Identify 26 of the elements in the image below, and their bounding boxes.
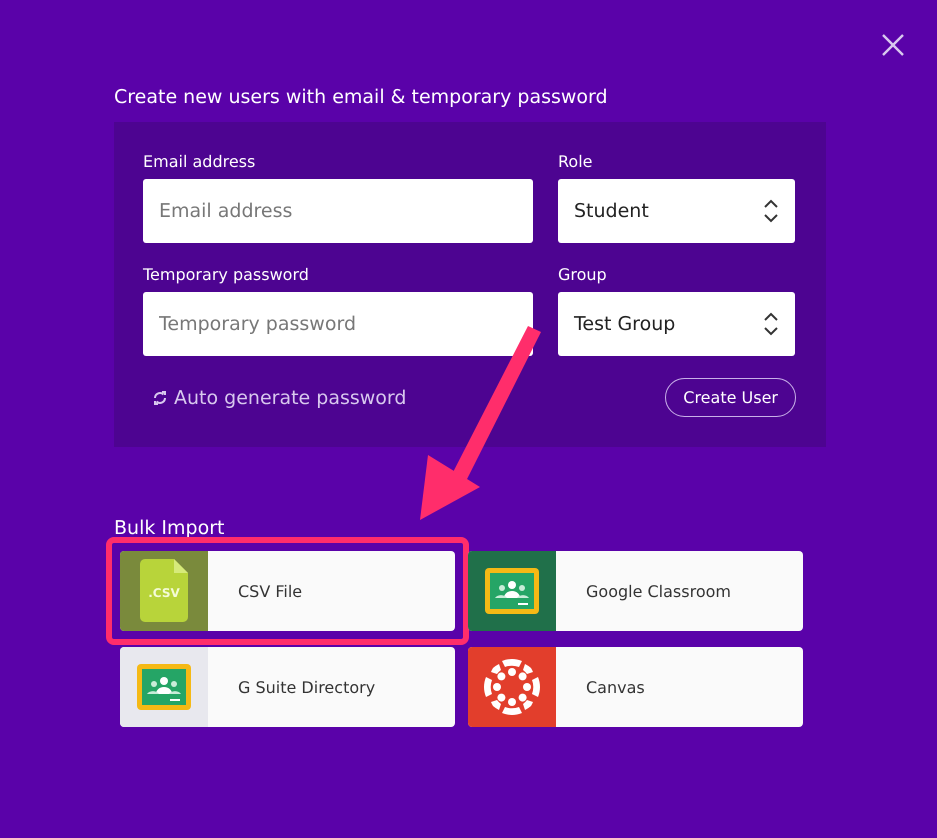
close-icon [881,33,905,57]
section-title: Create new users with email & temporary password [114,86,609,108]
refresh-icon [152,388,168,406]
import-option[interactable]: Google Classroom [468,551,803,631]
select-field[interactable]: Test Group [558,292,795,356]
field-label: Group [558,265,608,284]
auto-generate-link[interactable]: Auto generate password [152,386,406,408]
field-label: Email address [143,152,256,171]
create-user-button[interactable]: Create User [665,378,796,417]
import-option[interactable]: .CSV CSV File [120,551,455,631]
input-field[interactable]: Temporary password [143,292,533,356]
import-option[interactable]: Canvas [468,647,803,727]
chevron-updown-icon [763,199,779,223]
ring-logo-icon [484,659,540,715]
section-title: Bulk Import [114,517,226,539]
file-icon [140,559,188,623]
field-label: Role [558,152,594,171]
close-button[interactable] [881,33,905,57]
chevron-updown-icon [763,312,779,336]
file-type-label: .CSV [148,586,180,600]
classroom-icon [485,568,539,614]
input-field[interactable]: Email address [143,179,533,243]
field-label: Temporary password [143,265,310,284]
import-option[interactable]: G Suite Directory [120,647,455,727]
classroom-icon [137,664,191,710]
select-field[interactable]: Student [558,179,795,243]
